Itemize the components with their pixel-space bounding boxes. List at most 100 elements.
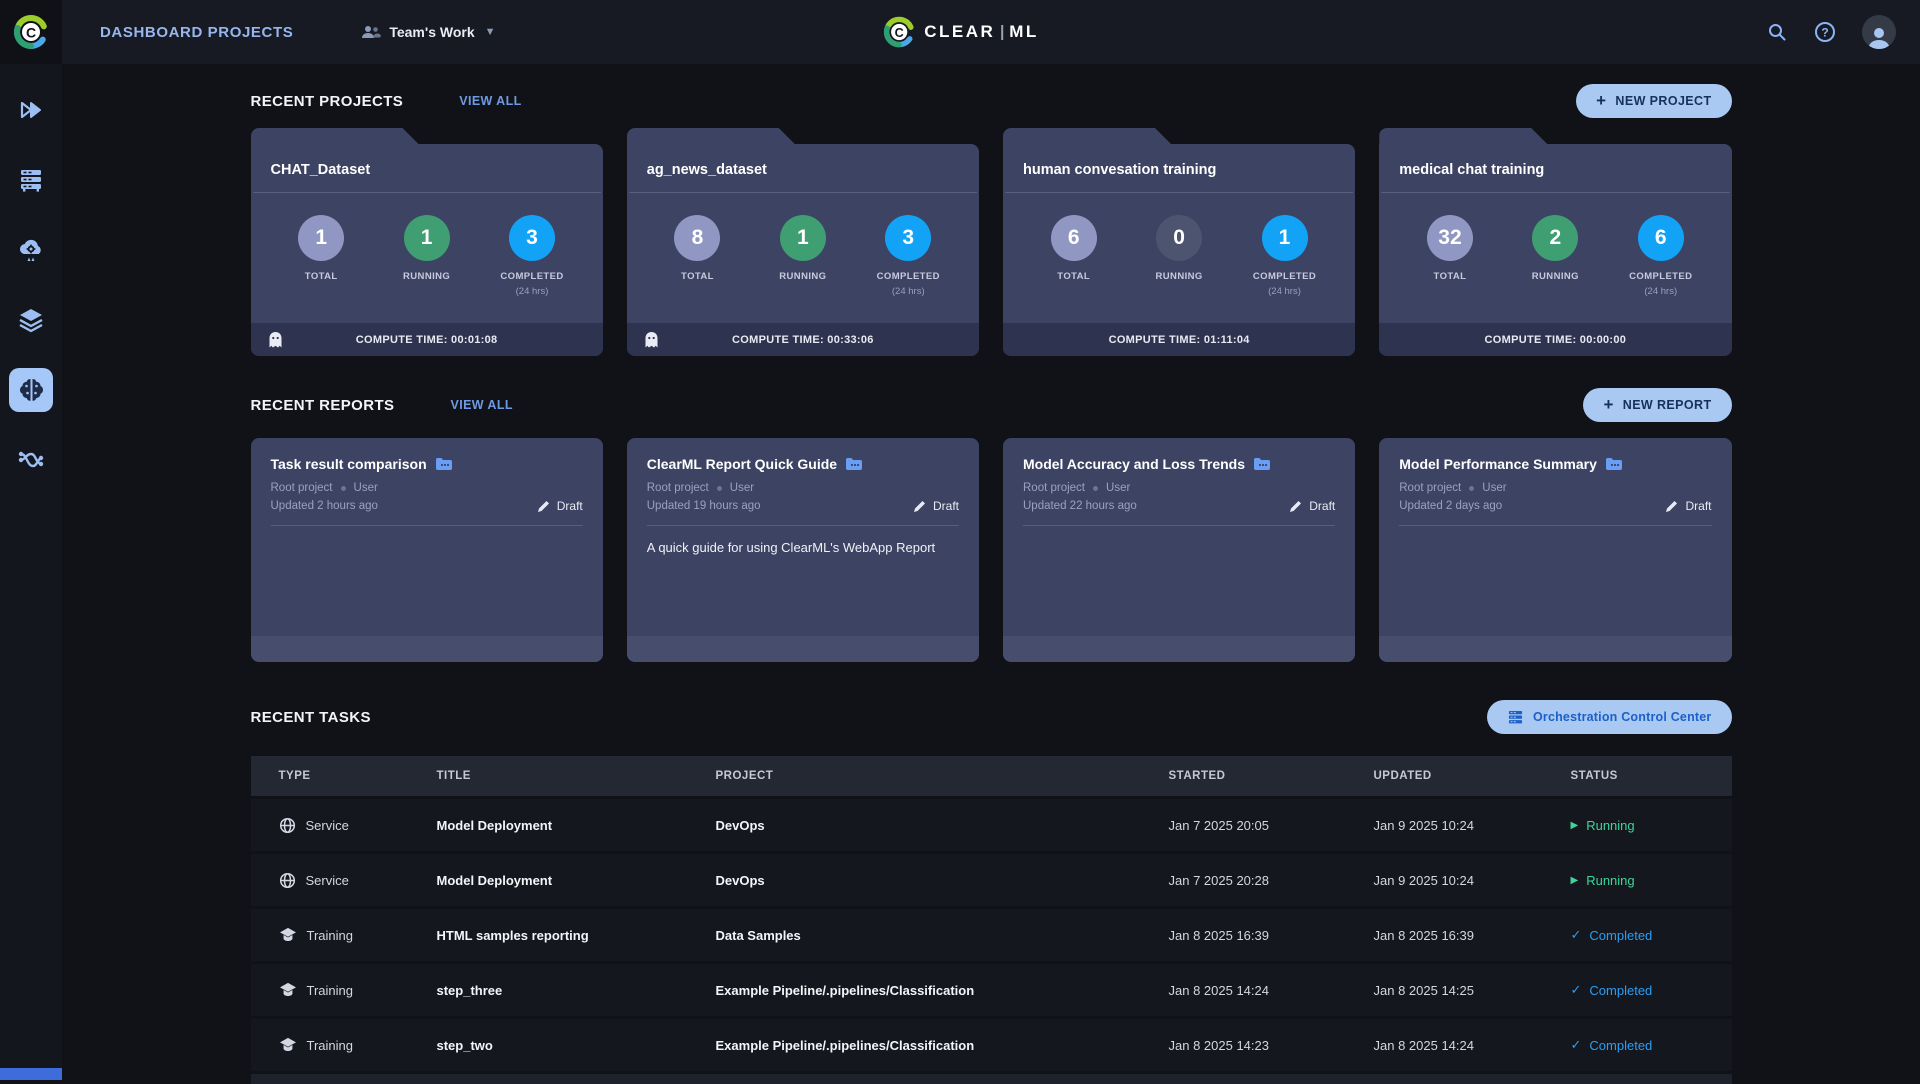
- col-status[interactable]: STATUS: [1571, 770, 1732, 782]
- divider: [647, 525, 959, 526]
- col-project[interactable]: PROJECT: [716, 770, 1169, 782]
- stat-completed: 1 COMPLETED (24 hrs): [1239, 215, 1331, 297]
- pencil-icon: [1665, 500, 1678, 513]
- service-globe-icon: [279, 817, 296, 834]
- dot-separator: [1469, 486, 1474, 491]
- plus-icon: +: [1603, 395, 1613, 415]
- pencil-icon: [913, 500, 926, 513]
- report-author: User: [1106, 482, 1130, 494]
- check-icon: ✓: [1571, 1037, 1582, 1053]
- compute-time: COMPUTE TIME: 00:01:08: [251, 334, 603, 346]
- table-row[interactable]: Service Model Deployment DevOps Jan 7 20…: [251, 799, 1732, 851]
- user-avatar[interactable]: [1862, 15, 1896, 49]
- stat-total: 6 TOTAL: [1028, 215, 1120, 297]
- app-logo[interactable]: C: [0, 0, 62, 64]
- recent-projects-heading: RECENT PROJECTS: [251, 93, 404, 110]
- table-row[interactable]: Training step_two Example Pipeline/.pipe…: [251, 1019, 1732, 1071]
- check-icon: ✓: [1571, 982, 1582, 998]
- report-title: Task result comparison: [271, 456, 427, 472]
- project-cards-row: CHAT_Dataset 1 TOTAL 1 RUNNING 3 COMPLET…: [251, 128, 1732, 356]
- col-type[interactable]: TYPE: [279, 770, 437, 782]
- clearml-logo-icon: C: [11, 12, 51, 52]
- training-icon: [279, 1037, 297, 1053]
- play-icon: ▶: [1571, 875, 1579, 886]
- svg-text:?: ?: [1821, 26, 1828, 40]
- sidebar-item-applications[interactable]: [9, 228, 53, 272]
- col-title[interactable]: TITLE: [437, 770, 716, 782]
- folder-tab: [1003, 128, 1171, 144]
- table-row-partial: [251, 1074, 1732, 1084]
- col-started[interactable]: STARTED: [1169, 770, 1374, 782]
- brain-icon: [18, 377, 45, 403]
- sidebar-item-pipelines[interactable]: [9, 438, 53, 482]
- double-play-icon: [18, 98, 44, 122]
- sidebar-scroll-indicator[interactable]: [0, 1068, 62, 1080]
- reports-view-all-link[interactable]: VIEW ALL: [450, 398, 512, 412]
- stat-running: 1 RUNNING: [757, 215, 849, 297]
- project-name: medical chat training: [1379, 144, 1731, 192]
- table-row[interactable]: Service Model Deployment DevOps Jan 7 20…: [251, 854, 1732, 906]
- sidebar-item-datasets[interactable]: [9, 298, 53, 342]
- plus-icon: +: [1596, 91, 1606, 111]
- projects-view-all-link[interactable]: VIEW ALL: [459, 94, 521, 108]
- compute-time: COMPUTE TIME: 00:33:06: [627, 334, 979, 346]
- help-icon[interactable]: ?: [1814, 21, 1836, 43]
- ghost-icon: [267, 331, 284, 349]
- report-author: User: [354, 482, 378, 494]
- pencil-icon: [1289, 500, 1302, 513]
- report-card[interactable]: ClearML Report Quick Guide Root project …: [627, 438, 979, 662]
- project-name: ag_news_dataset: [627, 144, 979, 192]
- table-row[interactable]: Training HTML samples reporting Data Sam…: [251, 909, 1732, 961]
- folder-tab: [251, 128, 419, 144]
- report-status-badge: Draft: [1289, 499, 1335, 513]
- workspace-selector[interactable]: Team's Work ▼: [361, 24, 495, 40]
- report-status-badge: Draft: [1665, 499, 1711, 513]
- report-card[interactable]: Model Performance Summary Root project U…: [1379, 438, 1731, 662]
- page-title: DASHBOARD PROJECTS: [100, 24, 293, 41]
- folder-tab: [627, 128, 795, 144]
- project-card[interactable]: ag_news_dataset 8 TOTAL 1 RUNNING 3 COMP…: [627, 128, 979, 356]
- project-card[interactable]: CHAT_Dataset 1 TOTAL 1 RUNNING 3 COMPLET…: [251, 128, 603, 356]
- orchestration-control-center-button[interactable]: Orchestration Control Center: [1487, 700, 1732, 734]
- report-cards-row: Task result comparison Root project User…: [251, 438, 1732, 662]
- report-project: Root project: [1399, 482, 1461, 494]
- new-project-button[interactable]: + NEW PROJECT: [1576, 84, 1731, 118]
- report-author: User: [730, 482, 754, 494]
- report-title: ClearML Report Quick Guide: [647, 456, 837, 472]
- wordmark-divider: [1001, 25, 1003, 40]
- recent-tasks-heading: RECENT TASKS: [251, 709, 371, 726]
- report-updated: Updated 2 hours ago: [271, 500, 378, 512]
- sidebar-item-workers-queues[interactable]: [9, 158, 53, 202]
- training-icon: [279, 927, 297, 943]
- table-row[interactable]: Training step_three Example Pipeline/.pi…: [251, 964, 1732, 1016]
- project-card[interactable]: medical chat training 32 TOTAL 2 RUNNING…: [1379, 128, 1731, 356]
- report-card[interactable]: Model Accuracy and Loss Trends Root proj…: [1003, 438, 1355, 662]
- divider: [1023, 525, 1335, 526]
- sidebar-item-models[interactable]: [9, 368, 53, 412]
- col-updated[interactable]: UPDATED: [1374, 770, 1571, 782]
- sidebar-item-projects[interactable]: [9, 88, 53, 132]
- status-badge: ▶Running: [1571, 818, 1732, 833]
- new-report-button[interactable]: + NEW REPORT: [1583, 388, 1731, 422]
- stat-completed: 3 COMPLETED (24 hrs): [486, 215, 578, 297]
- project-card[interactable]: human convesation training 6 TOTAL 0 RUN…: [1003, 128, 1355, 356]
- play-icon: ▶: [1571, 820, 1579, 831]
- report-folder-icon: [845, 457, 863, 471]
- report-author: User: [1482, 482, 1506, 494]
- divider: [1399, 525, 1711, 526]
- stat-running: 0 RUNNING: [1133, 215, 1225, 297]
- report-card[interactable]: Task result comparison Root project User…: [251, 438, 603, 662]
- report-description: A quick guide for using ClearML's WebApp…: [647, 540, 959, 555]
- cloud-gear-icon: [17, 237, 45, 263]
- status-badge: ✓Completed: [1571, 982, 1732, 998]
- wordmark-clear: CLEAR: [924, 22, 995, 42]
- search-icon[interactable]: [1766, 21, 1788, 43]
- report-title: Model Accuracy and Loss Trends: [1023, 456, 1245, 472]
- stat-running: 1 RUNNING: [381, 215, 473, 297]
- report-project: Root project: [647, 482, 709, 494]
- compute-time: COMPUTE TIME: 00:00:00: [1379, 334, 1731, 346]
- project-name: CHAT_Dataset: [251, 144, 603, 192]
- project-name: human convesation training: [1003, 144, 1355, 192]
- report-project: Root project: [271, 482, 333, 494]
- stat-total: 8 TOTAL: [651, 215, 743, 297]
